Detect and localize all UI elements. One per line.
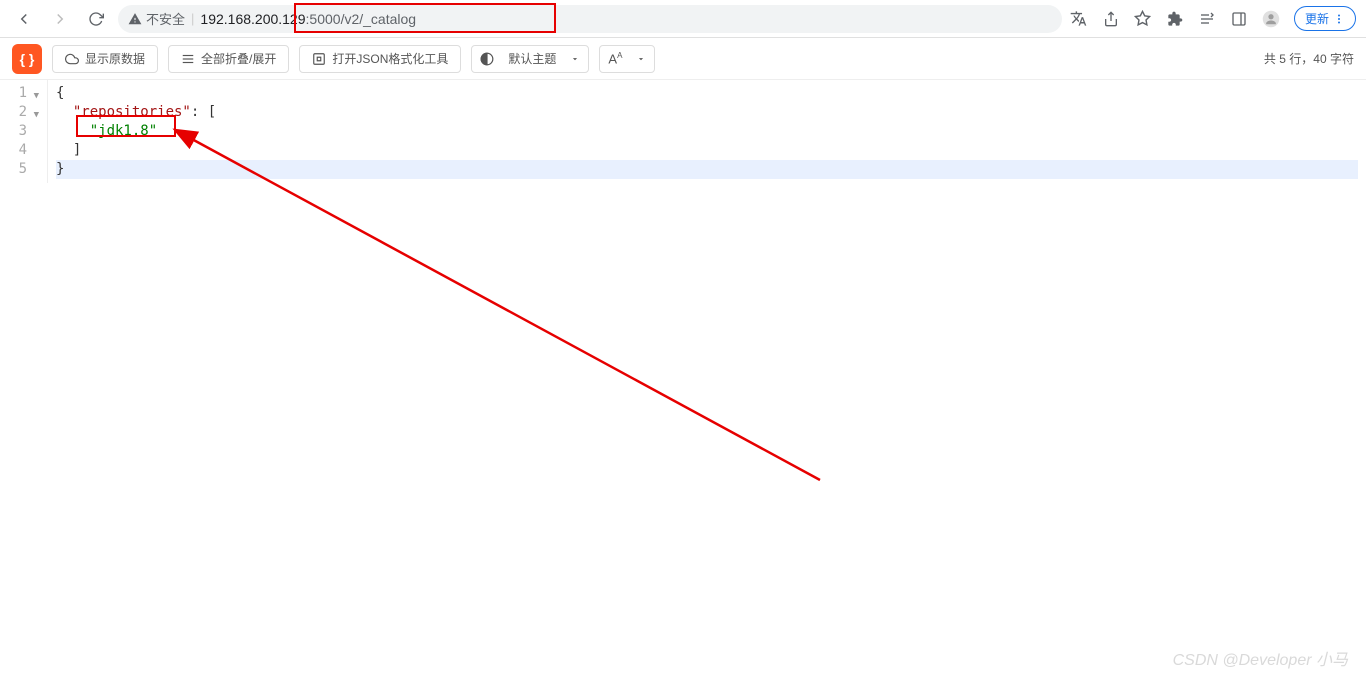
extensions-icon[interactable] — [1166, 10, 1184, 28]
json-string-value: "jdk1.8" — [90, 123, 157, 139]
browser-nav-bar: 不安全 | 192.168.200.129:5000/v2/_catalog 更… — [0, 0, 1366, 38]
code-content[interactable]: { "repositories": [ "jdk1.8" ] } — [48, 80, 1366, 183]
brace-open: { — [56, 85, 64, 101]
show-raw-label: 显示原数据 — [85, 50, 145, 67]
translate-icon[interactable] — [1070, 10, 1088, 28]
stats-text: 共 5 行，40 字符 — [1264, 50, 1354, 67]
font-select[interactable]: AA — [599, 45, 655, 73]
show-raw-button[interactable]: 显示原数据 — [52, 45, 158, 73]
insecure-label: 不安全 — [146, 9, 185, 28]
insecure-badge: 不安全 — [128, 9, 185, 28]
open-json-tool-button[interactable]: 打开JSON格式化工具 — [299, 45, 461, 73]
reading-list-icon[interactable] — [1198, 10, 1216, 28]
line-gutter: 1▼ 2▼ 3 4 5 — [0, 80, 48, 183]
collapse-label: 全部折叠/展开 — [201, 50, 276, 67]
chevron-down-icon — [570, 54, 580, 64]
json-code-area: 1▼ 2▼ 3 4 5 { "repositories": [ "jdk1.8"… — [0, 80, 1366, 183]
update-button[interactable]: 更新 — [1294, 6, 1356, 31]
forward-button[interactable] — [46, 5, 74, 33]
json-key: "repositories" — [73, 104, 191, 120]
open-tool-label: 打开JSON格式化工具 — [332, 50, 448, 67]
watermark: CSDN @Developer 小马 — [1173, 646, 1348, 670]
share-icon[interactable] — [1102, 10, 1120, 28]
address-bar[interactable]: 不安全 | 192.168.200.129:5000/v2/_catalog — [118, 5, 1062, 33]
url-text: 192.168.200.129:5000/v2/_catalog — [200, 11, 416, 27]
star-icon[interactable] — [1134, 10, 1152, 28]
extension-logo-icon: { } — [12, 44, 42, 74]
theme-label: 默认主题 — [508, 50, 556, 67]
browser-actions: 更新 — [1070, 6, 1356, 31]
bracket-close: ] — [73, 142, 81, 158]
json-viewer-toolbar: { } 显示原数据 全部折叠/展开 打开JSON格式化工具 默认主题 AA 共 … — [0, 38, 1366, 80]
theme-select[interactable]: 默认主题 — [471, 45, 589, 73]
back-button[interactable] — [10, 5, 38, 33]
reload-button[interactable] — [82, 5, 110, 33]
brace-close: } — [56, 161, 64, 177]
chevron-down-icon — [636, 54, 646, 64]
collapse-expand-button[interactable]: 全部折叠/展开 — [168, 45, 289, 73]
profile-icon[interactable] — [1262, 10, 1280, 28]
side-panel-icon[interactable] — [1230, 10, 1248, 28]
